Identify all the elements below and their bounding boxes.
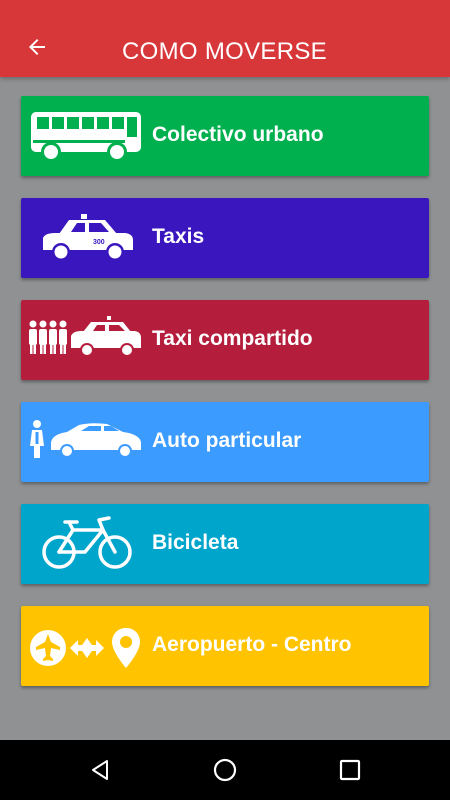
nav-recents-button[interactable] xyxy=(335,755,365,785)
taxi-icon: 300 xyxy=(27,206,147,270)
page-title: COMO MOVERSE xyxy=(122,38,327,65)
option-label: Auto particular xyxy=(152,429,302,452)
option-auto-particular[interactable]: Auto particular xyxy=(21,402,429,482)
private-car-icon xyxy=(27,410,147,474)
nav-back-button[interactable] xyxy=(85,755,115,785)
option-colectivo-urbano[interactable]: Colectivo urbano xyxy=(21,96,429,176)
app-bar: COMO MOVERSE xyxy=(0,0,450,77)
svg-text:300: 300 xyxy=(93,239,105,246)
shared-taxi-icon xyxy=(27,308,147,372)
option-bicicleta[interactable]: Bicicleta xyxy=(21,504,429,584)
option-label: Taxis xyxy=(152,225,205,248)
option-label: Taxi compartido xyxy=(152,327,313,350)
option-label: Bicicleta xyxy=(152,531,239,554)
nav-home-icon xyxy=(213,758,237,782)
system-navigation-bar xyxy=(0,740,450,800)
option-taxi-compartido[interactable]: Taxi compartido xyxy=(21,300,429,380)
bus-icon xyxy=(27,104,147,168)
nav-back-icon xyxy=(92,760,108,780)
back-button[interactable] xyxy=(18,28,56,66)
nav-home-button[interactable] xyxy=(210,755,240,785)
option-label: Colectivo urbano xyxy=(152,123,324,146)
arrow-left-icon xyxy=(29,39,45,55)
bicycle-icon xyxy=(27,512,147,576)
option-label: Aeropuerto - Centro xyxy=(152,633,352,656)
airport-to-center-icon xyxy=(27,614,147,678)
nav-recents-icon xyxy=(339,759,361,781)
option-aeropuerto-centro[interactable]: Aeropuerto - Centro xyxy=(21,606,429,686)
option-taxis[interactable]: 300 Taxis xyxy=(21,198,429,278)
